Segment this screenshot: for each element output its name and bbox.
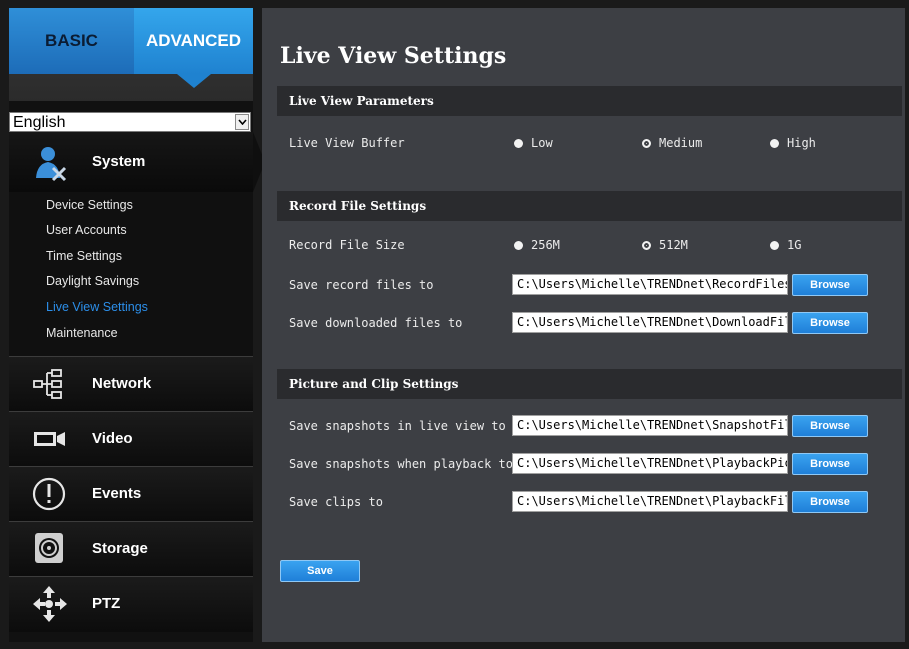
download-path-field[interactable]: C:\Users\Michelle\TRENDnet\DownloadFiles xyxy=(512,312,788,333)
storage-disk-icon xyxy=(31,529,71,569)
nav-events-label: Events xyxy=(92,485,142,502)
section-title: Picture and Clip Settings xyxy=(289,377,459,391)
submenu-time-settings[interactable]: Time Settings xyxy=(46,249,122,263)
save-downloaded-files-label: Save downloaded files to xyxy=(289,316,463,330)
nav-events[interactable]: Events xyxy=(9,466,253,521)
section-title: Live View Parameters xyxy=(289,94,434,108)
save-snapshots-playback-label: Save snapshots when playback to xyxy=(289,457,513,471)
tab-basic[interactable]: BASIC xyxy=(9,8,134,74)
system-tools-icon xyxy=(31,142,71,182)
buffer-low-radio[interactable]: Low xyxy=(514,136,553,150)
radio-label: 512M xyxy=(659,238,688,252)
live-view-buffer-label: Live View Buffer xyxy=(289,136,405,150)
radio-dot xyxy=(770,138,779,148)
browse-download-button[interactable]: Browse xyxy=(792,312,868,334)
nav-ptz-label: PTZ xyxy=(92,595,121,612)
radio-dot-selected xyxy=(642,240,651,250)
snapshot-playback-path-field[interactable]: C:\Users\Michelle\TRENDnet\PlaybackPics xyxy=(512,453,788,474)
nav-network-label: Network xyxy=(92,375,152,392)
radio-dot xyxy=(514,138,523,148)
section-live-view-parameters: Live View Parameters xyxy=(277,86,902,116)
buffer-medium-radio[interactable]: Medium xyxy=(642,136,702,150)
radio-dot xyxy=(770,240,779,250)
radio-dot-selected xyxy=(642,138,651,148)
save-clips-label: Save clips to xyxy=(289,495,383,509)
section-title: Record File Settings xyxy=(289,199,427,213)
section-record-file-settings: Record File Settings xyxy=(277,191,902,221)
language-value: English xyxy=(13,114,66,131)
radio-label: 1G xyxy=(787,238,802,252)
submenu-device-settings[interactable]: Device Settings xyxy=(46,198,133,212)
radio-dot xyxy=(514,240,523,250)
submenu-user-accounts[interactable]: User Accounts xyxy=(46,223,127,237)
radio-label: 256M xyxy=(531,238,560,252)
browse-snapshot-live-button[interactable]: Browse xyxy=(792,415,868,437)
record-file-size-label: Record File Size xyxy=(289,238,405,252)
mode-tabs: BASIC ADVANCED xyxy=(9,8,253,101)
radio-label: Low xyxy=(531,136,553,150)
buffer-high-radio[interactable]: High xyxy=(770,136,816,150)
save-button[interactable]: Save xyxy=(280,560,360,582)
submenu-live-view-settings[interactable]: Live View Settings xyxy=(46,300,148,314)
sidebar: BASIC ADVANCED English System Device Set… xyxy=(9,8,265,642)
main-panel: Live View Settings Live View Parameters … xyxy=(262,8,905,642)
browse-snapshot-playback-button[interactable]: Browse xyxy=(792,453,868,475)
size-512m-radio[interactable]: 512M xyxy=(642,238,688,252)
language-select[interactable]: English xyxy=(9,112,251,132)
record-path-field[interactable]: C:\Users\Michelle\TRENDnet\RecordFiles xyxy=(512,274,788,295)
tab-advanced[interactable]: ADVANCED xyxy=(134,8,253,74)
browse-record-button[interactable]: Browse xyxy=(792,274,868,296)
nav-network[interactable]: Network xyxy=(9,356,253,411)
video-camera-icon xyxy=(31,419,71,459)
system-submenu: Device Settings User Accounts Time Setti… xyxy=(9,192,253,356)
nav-storage-label: Storage xyxy=(92,540,148,557)
chevron-down-icon[interactable] xyxy=(235,114,249,130)
snapshot-live-path-field[interactable]: C:\Users\Michelle\TRENDnet\SnapshotFiles xyxy=(512,415,788,436)
section-picture-clip-settings: Picture and Clip Settings xyxy=(277,369,902,399)
clips-path-field[interactable]: C:\Users\Michelle\TRENDnet\PlaybackFiles xyxy=(512,491,788,512)
nav-system[interactable]: System xyxy=(9,132,265,192)
save-record-files-label: Save record files to xyxy=(289,278,434,292)
alert-icon xyxy=(31,474,71,514)
ptz-arrows-icon xyxy=(31,584,71,624)
size-1g-radio[interactable]: 1G xyxy=(770,238,801,252)
size-256m-radio[interactable]: 256M xyxy=(514,238,560,252)
nav-video-label: Video xyxy=(92,430,133,447)
radio-label: High xyxy=(787,136,816,150)
nav-video[interactable]: Video xyxy=(9,411,253,466)
network-icon xyxy=(31,364,71,404)
submenu-daylight-savings[interactable]: Daylight Savings xyxy=(46,274,139,288)
active-tab-indicator xyxy=(177,74,211,88)
save-snapshots-live-label: Save snapshots in live view to xyxy=(289,419,506,433)
nav-ptz[interactable]: PTZ xyxy=(9,576,253,632)
browse-clips-button[interactable]: Browse xyxy=(792,491,868,513)
submenu-maintenance[interactable]: Maintenance xyxy=(46,326,118,340)
nav-storage[interactable]: Storage xyxy=(9,521,253,576)
page-title: Live View Settings xyxy=(280,43,507,69)
nav-system-label: System xyxy=(92,153,146,170)
radio-label: Medium xyxy=(659,136,703,150)
